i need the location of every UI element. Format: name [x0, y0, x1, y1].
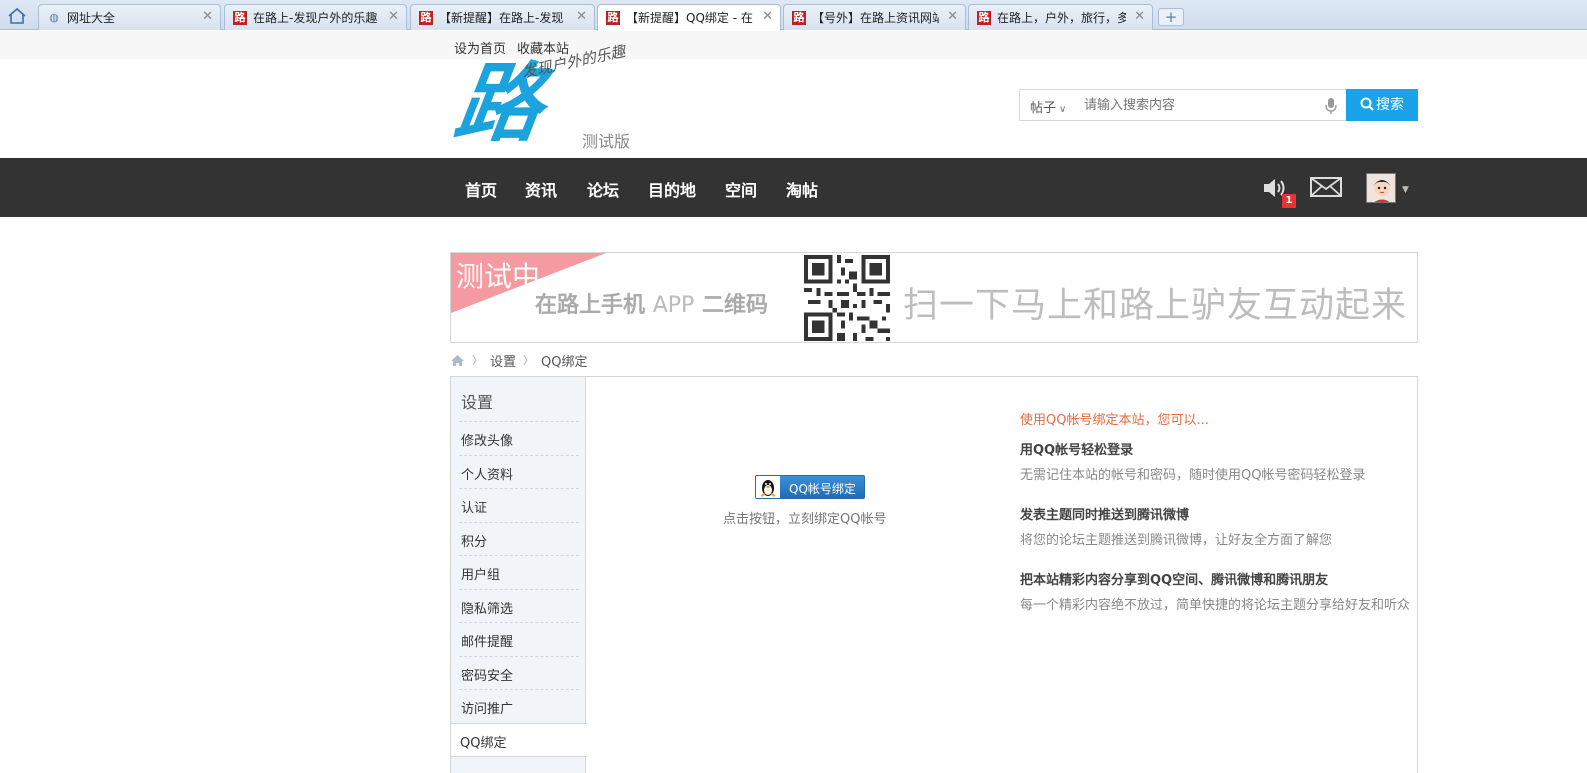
benefit-title: 把本站精彩内容分享到QQ空间、腾讯微博和腾讯朋友	[1020, 573, 1329, 588]
search-input[interactable]	[1084, 95, 1316, 115]
benefits-lead: 使用QQ帐号绑定本站，您可以...	[1020, 413, 1209, 428]
lu-logo-icon: 路	[233, 10, 247, 25]
qr-code-image	[804, 255, 890, 341]
qq-benefits: 使用QQ帐号绑定本站，您可以... 用QQ帐号轻松登录 无需记住本站的帐号和密码…	[1020, 409, 1412, 634]
divider	[459, 488, 579, 489]
browser-tab[interactable]: 路 在路上-发现户外的乐趣 ✕	[224, 4, 407, 30]
qq-penguin-icon	[756, 476, 780, 498]
sidebar-item-avatar[interactable]: 修改头像	[461, 430, 513, 449]
benefit-desc: 每一个精彩内容绝不放过，简单快捷的将论坛主题分享给好友和听众	[1020, 598, 1411, 613]
divider	[459, 589, 579, 590]
sidebar-item-usergroup[interactable]: 用户组	[461, 564, 500, 583]
lu-logo-icon: 路	[792, 10, 806, 25]
close-tab-icon[interactable]: ✕	[202, 5, 213, 29]
lu-logo-icon: 路	[977, 10, 991, 25]
site-logo[interactable]: 路 发现户外的乐趣 测试版	[449, 42, 652, 156]
sidebar-item-password[interactable]: 密码安全	[461, 665, 513, 684]
sidebar-item-email-notify[interactable]: 邮件提醒	[461, 631, 513, 650]
app-qrcode-label: 在路上手机 APP 二维码	[535, 293, 768, 318]
benefit-desc: 将您的论坛主题推送到腾讯微博，让好友全方面了解您	[1020, 533, 1333, 548]
banner-slogan: 扫一下马上和路上驴友互动起来	[903, 286, 1408, 326]
settings-panel: 设置 修改头像 个人资料 认证 积分 用户组 隐私筛选 邮件提醒 密码安全 访问…	[450, 376, 1418, 773]
benefit-title: 发表主题同时推送到腾讯微博	[1020, 508, 1190, 523]
nav-item-destination[interactable]: 目的地	[648, 177, 696, 201]
browser-tab[interactable]: 路 【号外】在路上资讯网站 ✕	[783, 4, 966, 30]
app-qrcode-banner[interactable]: 测试中 在路上手机 APP 二维码 扫一下马上和路上驴友互动起来	[450, 252, 1418, 343]
sidebar-item-verify[interactable]: 认证	[461, 497, 487, 516]
browser-tab[interactable]: 路 【新提醒】在路上-发现 ✕	[410, 4, 595, 30]
testing-ribbon-text: 测试中	[456, 260, 541, 293]
user-avatar-icon	[1373, 180, 1391, 202]
search-category-select[interactable]: 帖子 ∨	[1030, 97, 1066, 116]
nav-item-space[interactable]: 空间	[725, 177, 757, 201]
bind-hint-text: 点击按钮，立刻绑定QQ帐号	[723, 512, 887, 527]
beta-label: 测试版	[582, 132, 631, 151]
lu-logo-icon: 路	[419, 10, 433, 25]
divider	[459, 555, 579, 556]
divider	[459, 622, 579, 623]
chevron-down-icon: ∨	[1059, 104, 1067, 115]
globe-icon: ◍	[49, 10, 59, 24]
divider	[459, 522, 579, 523]
search-icon	[1360, 97, 1374, 111]
sidebar-item-promotion[interactable]: 访问推广	[461, 698, 513, 717]
mail-icon[interactable]	[1310, 177, 1342, 197]
nav-item-news[interactable]: 资讯	[525, 177, 557, 201]
browser-tab-active[interactable]: 路 【新提醒】QQ绑定 - 在 ✕	[597, 4, 781, 31]
breadcrumb-current: QQ绑定	[541, 354, 588, 370]
nav-item-home[interactable]: 首页	[465, 177, 497, 201]
sidebar-title: 设置	[461, 393, 494, 412]
nav-item-forum[interactable]: 论坛	[587, 177, 619, 201]
main-nav: 首页 资讯 论坛 目的地 空间 淘帖 1 ▼	[0, 158, 1587, 217]
browser-tab-bar: ◍ 网址大全 ✕ 路 在路上-发现户外的乐趣 ✕ 路 【新提醒】在路上-发现 ✕…	[0, 0, 1587, 31]
home-icon[interactable]	[450, 354, 465, 367]
avatar[interactable]	[1366, 173, 1396, 203]
notification-count-badge: 1	[1282, 194, 1296, 208]
new-tab-button[interactable]: +	[1158, 8, 1184, 26]
search-button[interactable]: 搜索	[1346, 89, 1418, 121]
avatar-dropdown-caret[interactable]: ▼	[1402, 185, 1409, 195]
breadcrumb-settings[interactable]: 设置	[490, 351, 516, 370]
lu-logo-icon: 路	[606, 11, 620, 25]
nav-item-collections[interactable]: 淘帖	[786, 177, 818, 201]
close-tab-icon[interactable]: ✕	[947, 5, 958, 29]
browser-tab[interactable]: ◍ 网址大全 ✕	[38, 4, 221, 30]
close-tab-icon[interactable]: ✕	[762, 5, 773, 29]
search-bar: 帖子∨ 搜索	[1019, 89, 1418, 121]
close-tab-icon[interactable]: ✕	[1134, 5, 1145, 29]
close-tab-icon[interactable]: ✕	[576, 5, 587, 29]
divider	[459, 421, 579, 422]
benefit-title: 用QQ帐号轻松登录	[1020, 443, 1134, 458]
sidebar-item-profile[interactable]: 个人资料	[461, 464, 513, 483]
qq-bind-button[interactable]: QQ帐号绑定	[755, 475, 865, 499]
sidebar-item-qq-bind[interactable]: QQ绑定	[451, 723, 587, 757]
settings-sidebar: 设置 修改头像 个人资料 认证 积分 用户组 隐私筛选 邮件提醒 密码安全 访问…	[451, 377, 587, 773]
divider	[459, 656, 579, 657]
home-icon[interactable]	[6, 6, 28, 26]
close-tab-icon[interactable]: ✕	[388, 5, 399, 29]
sidebar-item-privacy[interactable]: 隐私筛选	[461, 598, 513, 617]
breadcrumb: 〉 设置 〉 QQ绑定	[450, 351, 588, 370]
chevron-right-icon: 〉	[523, 354, 535, 367]
chevron-right-icon: 〉	[472, 354, 483, 367]
browser-tab[interactable]: 路 在路上，户外，旅行，多 ✕	[968, 4, 1153, 30]
sidebar-item-credits[interactable]: 积分	[461, 531, 487, 550]
divider	[459, 455, 579, 456]
top-links-bar: 设为首页 收藏本站	[0, 31, 1587, 59]
divider	[459, 689, 579, 690]
microphone-icon[interactable]	[1324, 97, 1338, 115]
benefit-desc: 无需记住本站的帐号和密码，随时使用QQ帐号密码轻松登录	[1020, 468, 1366, 483]
